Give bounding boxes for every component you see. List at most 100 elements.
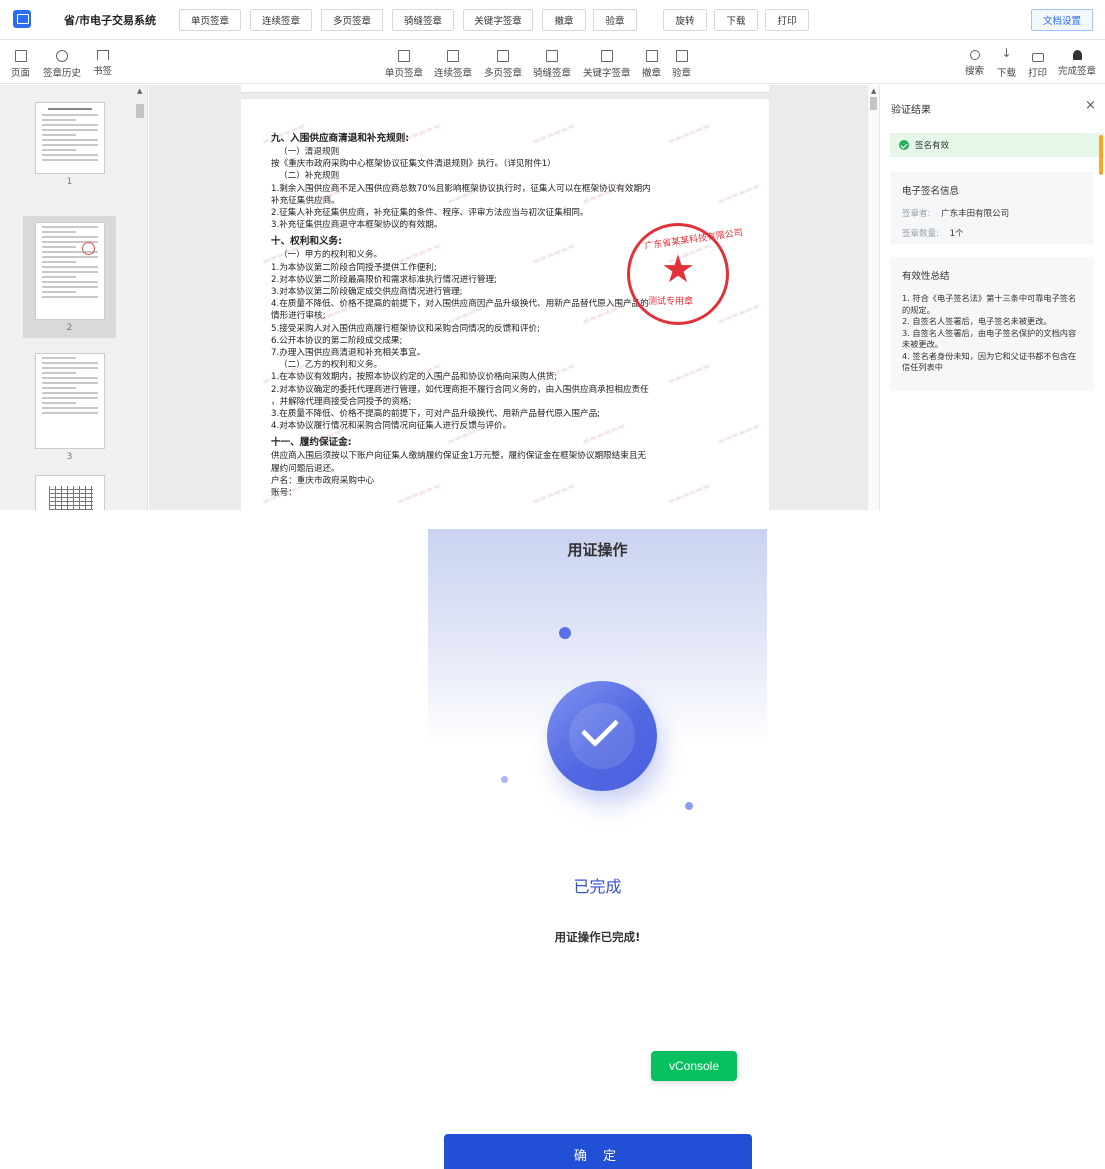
app-logo-icon xyxy=(13,10,31,28)
summary-line: 3. 自签名人签署后，由电子签名保护的文档内容 xyxy=(902,327,1077,338)
revoke-tool[interactable]: 撤章 xyxy=(642,50,661,79)
tool-label: 单页签章 xyxy=(385,68,424,79)
revoke-icon xyxy=(645,50,658,62)
check-circle-icon xyxy=(899,140,909,150)
seam-sign-icon xyxy=(546,50,558,62)
bookmark-tool[interactable]: 书签 xyxy=(93,50,112,77)
paragraph-line: 5.接受采购人对入围供应商履行框架协议和采购合同情况的反馈和评价; xyxy=(271,323,540,334)
thumbnail-seal-icon xyxy=(81,242,95,255)
revoke-seal-button[interactable]: 撤章 xyxy=(542,9,586,31)
completed-message: 用证操作已完成! xyxy=(554,930,641,944)
thumbnail-image xyxy=(34,353,105,449)
multi-page-sign-button[interactable]: 多页签章 xyxy=(321,9,383,31)
decor-dot xyxy=(685,802,693,810)
thumbnail-page-3[interactable]: 3 xyxy=(23,353,116,462)
doc-settings-button[interactable]: 文档设置 xyxy=(1031,9,1093,31)
company-seal: 广东省某某科技有限公司 ★ 测试专用章 xyxy=(627,223,743,325)
scroll-up-icon[interactable]: ▲ xyxy=(871,87,876,95)
search-tool[interactable]: 搜索 xyxy=(965,50,984,77)
success-check-icon xyxy=(547,681,657,791)
tool-label: 下载 xyxy=(997,68,1017,79)
multi-sign-tool[interactable]: 多页签章 xyxy=(484,50,522,79)
thumbnail-page-4[interactable] xyxy=(23,475,116,510)
verify-icon xyxy=(675,50,688,62)
signer-label: 签章者: xyxy=(902,209,931,219)
tool-label: 书签 xyxy=(93,66,113,77)
paragraph-line: 6.公开本协议的第二阶段成交成果; xyxy=(271,335,403,346)
tool-label: 关键字签章 xyxy=(583,68,631,79)
summary-line: 2. 自签名人签署后，电子签名未被更改。 xyxy=(902,316,1052,326)
close-icon[interactable]: × xyxy=(1085,98,1096,113)
document-viewer: 九、入围供应商清退和补充规则: （一）清退规则 按《重庆市政府采购中心框架协议征集文… xyxy=(149,85,867,510)
single-sign-tool[interactable]: 单页签章 xyxy=(385,50,423,79)
vconsole-button[interactable]: vConsole xyxy=(651,1051,737,1081)
document-scrollbar[interactable]: ▲ xyxy=(867,85,879,510)
seal-star-icon: ★ xyxy=(661,247,696,291)
scrollbar-thumb[interactable] xyxy=(136,104,144,118)
info-title: 电子签名信息 xyxy=(902,186,960,197)
icon-toolbar: 页面 签章历史 书签 单页签章 连续签章 多页签章 骑缝签章 关键字签章 撤章 … xyxy=(0,41,1105,84)
thumbnail-image xyxy=(34,222,105,320)
paragraph-line: 2.对本协议确定的委托代理商进行管理，如代理商拒不履行合同义务的，由入围供应商承… xyxy=(271,384,649,395)
paragraph-line: 4.对本协议履行情况和采购合同情况向征集人进行反馈与评价。 xyxy=(271,421,512,432)
panel-title: 验证结果 xyxy=(891,105,931,116)
seam-sign-tool[interactable]: 骑缝签章 xyxy=(533,50,571,79)
thumbnail-page-1[interactable]: 1 xyxy=(23,102,116,187)
thumbnail-page-number: 3 xyxy=(66,452,73,462)
keyword-sign-icon xyxy=(600,50,613,62)
thumbnail-page-number: 2 xyxy=(66,323,73,333)
tool-label: 打印 xyxy=(1028,68,1048,79)
print-tool[interactable]: 打印 xyxy=(1028,50,1047,79)
verify-seal-button[interactable]: 验章 xyxy=(593,9,637,31)
search-icon xyxy=(969,50,980,60)
summary-line: 信任列表中 xyxy=(902,362,943,372)
paragraph-line: 3.在质量不降低、价格不提高的前提下，可对产品升级换代、用新产品替代原入围产品; xyxy=(271,409,601,420)
thumbnail-scrollbar[interactable]: ▲ xyxy=(135,85,145,510)
tool-label: 页面 xyxy=(11,68,31,79)
single-page-sign-button[interactable]: 单页签章 xyxy=(179,9,241,31)
paragraph-line: （一）清退规则 xyxy=(279,147,340,157)
paragraph-line: 2.征集人补充征集供应商，补充征集的条件、程序、评审方法应当与初次征集相同。 xyxy=(271,208,589,219)
continuous-sign-icon xyxy=(447,50,459,62)
signature-info-card: 电子签名信息 签章者: 广东丰田有限公司 签章数量: 1个 xyxy=(890,172,1094,244)
page-view-tool[interactable]: 页面 xyxy=(11,50,30,79)
continuous-sign-tool[interactable]: 连续签章 xyxy=(434,50,472,79)
count-label: 签章数量: xyxy=(902,229,939,239)
paragraph-line: ，并解除代理商接受合同授予的资格; xyxy=(271,396,412,407)
paragraph-line: 补充征集供应商。 xyxy=(271,195,340,206)
verify-tool[interactable]: 验章 xyxy=(672,50,691,79)
multi-sign-icon xyxy=(497,50,509,62)
keyword-sign-tool[interactable]: 关键字签章 xyxy=(583,50,631,79)
keyword-sign-button[interactable]: 关键字签章 xyxy=(463,9,533,31)
status-text: 签名有效 xyxy=(915,141,950,151)
paragraph-line: 履约问题后退还。 xyxy=(271,463,340,474)
mobile-result-screen: 用证操作 已完成 用证操作已完成! vConsole 确 定 xyxy=(428,529,767,1169)
download-tool[interactable]: 下载 xyxy=(997,46,1017,79)
thumbnail-page-2[interactable]: 2 xyxy=(23,216,116,338)
document-page: 九、入围供应商清退和补充规则: （一）清退规则 按《重庆市政府采购中心框架协议征集文… xyxy=(241,99,769,510)
scroll-up-icon[interactable]: ▲ xyxy=(137,87,142,95)
print-icon xyxy=(1031,53,1044,62)
bookmark-icon xyxy=(96,50,109,60)
paragraph-line: 1.在本协议有效期内，按照本协议约定的入围产品和协议价格向采购人供货; xyxy=(271,372,558,383)
page-thumbnails: 1 2 3 xyxy=(0,85,148,510)
thumbnail-image xyxy=(34,475,105,510)
section-heading: 十一、履约保证金: xyxy=(271,437,352,449)
count-row: 签章数量: 1个 xyxy=(902,227,1082,239)
sign-history-tool[interactable]: 签章历史 xyxy=(43,50,81,79)
scrollbar-thumb[interactable] xyxy=(870,97,877,110)
continuous-sign-button[interactable]: 连续签章 xyxy=(250,9,312,31)
signer-value: 广东丰田有限公司 xyxy=(941,209,1010,219)
tool-label: 完成签章 xyxy=(1058,66,1097,77)
download-button[interactable]: 下载 xyxy=(714,9,758,31)
panel-scroll-indicator xyxy=(1099,135,1103,175)
rotate-button[interactable]: 旋转 xyxy=(663,9,707,31)
paragraph-line: 户名：重庆市政府采购中心 xyxy=(271,475,375,486)
summary-line: 1. 符合《电子签名法》第十三条中可靠电子签名 xyxy=(902,293,1077,303)
confirm-button[interactable]: 确 定 xyxy=(444,1134,752,1169)
seam-sign-button[interactable]: 骑缝签章 xyxy=(392,9,454,31)
tool-label: 骑缝签章 xyxy=(533,68,572,79)
finish-sign-tool[interactable]: 完成签章 xyxy=(1058,50,1096,77)
print-button[interactable]: 打印 xyxy=(765,9,809,31)
paragraph-line: 账号： xyxy=(271,488,297,499)
